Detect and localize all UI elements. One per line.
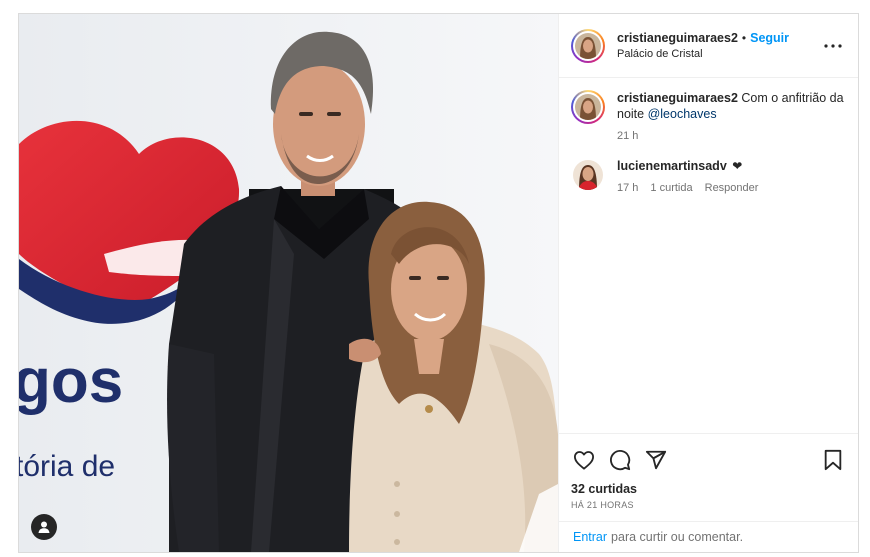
comment-text: ❤ [732, 159, 743, 173]
commenter-avatar[interactable] [573, 160, 603, 190]
user-tag-button[interactable] [31, 514, 57, 540]
caption-body: cristianeguimaraes2 Com o anfitrião da n… [617, 90, 844, 144]
bookmark-icon [824, 449, 842, 471]
caption-meta: 21 h [617, 128, 844, 144]
comment-username[interactable]: lucienemartinsadv [617, 159, 727, 173]
heart-icon [574, 451, 594, 470]
caption: cristianeguimaraes2 Com o anfitrião da n… [571, 90, 844, 144]
author-username[interactable]: cristianeguimaraes2 [617, 31, 738, 45]
share-icon [645, 450, 667, 470]
post-actions: 32 curtidas HÁ 21 HORAS [559, 433, 858, 521]
post-photo[interactable]: gos tória de [19, 14, 558, 552]
separator-dot: • [741, 30, 747, 45]
author-avatar [575, 32, 601, 59]
post-header: cristianeguimaraes2 • Seguir Palácio de Cr… [559, 14, 858, 78]
save-button[interactable] [820, 447, 846, 473]
caption-time[interactable]: 21 h [617, 128, 638, 144]
login-prompt-text: para curtir ou comentar. [611, 530, 744, 544]
caption-mention-link[interactable]: @leochaves [648, 107, 717, 121]
banner-text-1: gos [19, 347, 123, 416]
likes-count[interactable]: 32 curtidas [571, 482, 846, 496]
reply-button[interactable]: Responder [705, 180, 759, 196]
comment-body: lucienemartinsadv ❤ 17 h 1 curtida Respo… [617, 158, 844, 196]
login-link[interactable]: Entrar [573, 530, 607, 544]
action-icons [571, 442, 846, 478]
comment-item: lucienemartinsadv ❤ 17 h 1 curtida Respo… [571, 158, 844, 196]
post-location[interactable]: Palácio de Cristal [617, 46, 822, 62]
comment-meta: 17 h 1 curtida Responder [617, 180, 844, 196]
photo-illustration: gos tória de [19, 14, 558, 552]
caption-username[interactable]: cristianeguimaraes2 [617, 91, 738, 105]
user-tag-icon [38, 521, 50, 533]
comment-icon [610, 449, 631, 471]
post-timestamp[interactable]: HÁ 21 HORAS [571, 500, 846, 510]
more-options-button[interactable] [822, 35, 844, 57]
comment-time[interactable]: 17 h [617, 180, 638, 196]
header-text: cristianeguimaraes2 • Seguir Palácio de Cr… [617, 30, 822, 62]
like-button[interactable] [571, 447, 597, 473]
more-options-icon [824, 43, 842, 48]
instagram-post: gos tória de cristianeguimaraes2 • Segui… [18, 13, 859, 553]
caption-avatar-ring[interactable] [571, 90, 605, 124]
caption-avatar [575, 94, 601, 120]
follow-button[interactable]: Seguir [750, 31, 789, 45]
comment-likes-link[interactable]: 1 curtida [650, 180, 692, 196]
add-comment-bar: Entrar para curtir ou comentar. [559, 521, 858, 552]
comments-list: cristianeguimaraes2 Com o anfitrião da n… [559, 78, 858, 433]
banner-text-2: tória de [19, 450, 115, 483]
comment-button[interactable] [607, 447, 633, 473]
post-side-panel: cristianeguimaraes2 • Seguir Palácio de Cr… [558, 14, 858, 552]
share-button[interactable] [643, 447, 669, 473]
author-avatar-ring[interactable] [571, 28, 605, 63]
